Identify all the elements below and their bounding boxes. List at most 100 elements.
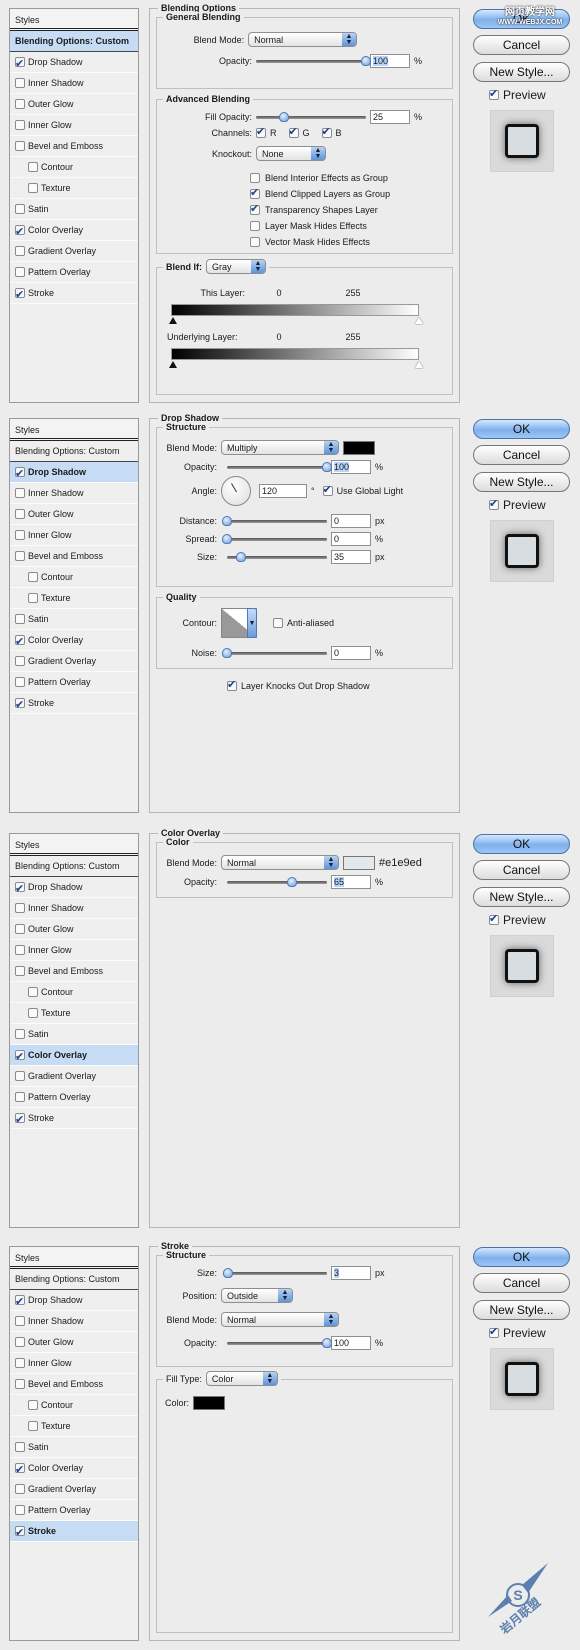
opacity-slider[interactable] (227, 877, 327, 887)
slider-thumb[interactable] (223, 1268, 233, 1278)
contour-picker[interactable]: ▼ (221, 608, 257, 638)
style-item-satin[interactable]: Satin (10, 609, 138, 630)
blend-mode-select[interactable]: Multiply ▲ ▼ (221, 440, 339, 455)
style-checkbox[interactable] (15, 879, 25, 900)
slider-thumb[interactable] (222, 516, 232, 526)
style-checkbox[interactable] (15, 1292, 25, 1313)
slider-thumb[interactable] (278, 112, 289, 122)
style-checkbox[interactable] (15, 903, 25, 913)
blend-mode-select[interactable]: Normal ▲ ▼ (221, 855, 339, 870)
angle-dial[interactable] (221, 476, 251, 506)
channel-b-checkbox[interactable] (321, 125, 332, 138)
new-style-button[interactable]: New Style... (473, 62, 570, 82)
style-checkbox[interactable] (28, 1400, 38, 1410)
style-item-pattern-overlay[interactable]: Pattern Overlay (10, 672, 138, 693)
style-item-inner-shadow[interactable]: Inner Shadow (10, 73, 138, 94)
size-slider[interactable] (227, 552, 327, 562)
advanced-option-checkbox[interactable] (250, 173, 260, 183)
this-layer-black-handle[interactable] (169, 317, 177, 324)
style-checkbox[interactable] (15, 945, 25, 955)
style-item-gradient-overlay[interactable]: Gradient Overlay (10, 241, 138, 262)
opacity-slider[interactable] (227, 462, 332, 472)
style-item-inner-shadow[interactable]: Inner Shadow (10, 1311, 138, 1332)
size-field[interactable]: 35 (331, 550, 371, 564)
style-item-inner-glow[interactable]: Inner Glow (10, 115, 138, 136)
style-item-stroke[interactable]: Stroke (10, 693, 138, 716)
styles-header[interactable]: Styles (10, 1247, 138, 1269)
fill-type-select[interactable]: Color ▲ ▼ (205, 1371, 278, 1386)
advanced-option-checkbox[interactable] (250, 221, 260, 231)
style-item-texture[interactable]: Texture (10, 1003, 138, 1024)
style-item-bevel-and-emboss[interactable]: Bevel and Emboss (10, 1374, 138, 1395)
advanced-option[interactable]: Blend Clipped Layers as Group (250, 186, 390, 202)
opacity-slider[interactable] (256, 56, 371, 66)
size-field[interactable]: 3 (331, 1266, 371, 1280)
style-checkbox[interactable] (28, 183, 38, 193)
underlying-black-handle[interactable] (169, 361, 177, 368)
style-item-blending-options-custom[interactable]: Blending Options: Custom (10, 441, 138, 462)
size-slider[interactable] (223, 1268, 327, 1278)
style-item-texture[interactable]: Texture (10, 588, 138, 609)
styles-header[interactable]: Styles (10, 834, 138, 856)
style-item-gradient-overlay[interactable]: Gradient Overlay (10, 651, 138, 672)
stroke-color-swatch[interactable] (193, 1396, 226, 1410)
style-checkbox[interactable] (15, 54, 25, 75)
style-item-outer-glow[interactable]: Outer Glow (10, 94, 138, 115)
style-item-texture[interactable]: Texture (10, 1416, 138, 1437)
styles-header[interactable]: Styles (10, 419, 138, 441)
style-item-satin[interactable]: Satin (10, 199, 138, 220)
advanced-option[interactable]: Vector Mask Hides Effects (250, 234, 390, 250)
style-checkbox[interactable] (15, 1071, 25, 1081)
style-item-outer-glow[interactable]: Outer Glow (10, 504, 138, 525)
spread-slider[interactable] (222, 534, 327, 544)
style-item-color-overlay[interactable]: Color Overlay (10, 1045, 138, 1068)
ok-button[interactable]: OK (473, 1247, 570, 1267)
distance-field[interactable]: 0 (331, 514, 371, 528)
blend-mode-select[interactable]: Normal ▲ ▼ (221, 1312, 339, 1327)
style-checkbox[interactable] (15, 1110, 25, 1131)
style-checkbox[interactable] (28, 572, 38, 582)
opacity-field[interactable]: 65 (331, 875, 371, 889)
style-checkbox[interactable] (15, 1505, 25, 1515)
style-checkbox[interactable] (15, 222, 25, 243)
style-checkbox[interactable] (15, 204, 25, 214)
style-item-inner-shadow[interactable]: Inner Shadow (10, 483, 138, 504)
preview-toggle[interactable]: Preview (489, 87, 546, 102)
style-checkbox[interactable] (15, 464, 25, 485)
preview-checkbox[interactable] (489, 87, 499, 100)
style-checkbox[interactable] (15, 1523, 25, 1544)
preview-toggle[interactable]: Preview (489, 1325, 546, 1340)
knocks-out-checkbox[interactable] (227, 678, 237, 691)
global-light-checkbox[interactable] (322, 483, 333, 496)
style-checkbox[interactable] (28, 593, 38, 603)
style-item-inner-glow[interactable]: Inner Glow (10, 525, 138, 546)
style-item-blending-options-custom[interactable]: Blending Options: Custom (10, 856, 138, 877)
style-checkbox[interactable] (15, 285, 25, 306)
style-item-pattern-overlay[interactable]: Pattern Overlay (10, 1500, 138, 1521)
advanced-option[interactable]: Transparency Shapes Layer (250, 202, 390, 218)
style-item-pattern-overlay[interactable]: Pattern Overlay (10, 262, 138, 283)
style-item-drop-shadow[interactable]: Drop Shadow (10, 1290, 138, 1313)
cancel-button[interactable]: Cancel (473, 445, 570, 465)
style-item-bevel-and-emboss[interactable]: Bevel and Emboss (10, 961, 138, 982)
position-select[interactable]: Outside ▲ ▼ (221, 1288, 293, 1303)
style-item-stroke[interactable]: Stroke (10, 1521, 138, 1544)
advanced-option-checkbox[interactable] (250, 237, 260, 247)
style-item-outer-glow[interactable]: Outer Glow (10, 919, 138, 940)
style-item-gradient-overlay[interactable]: Gradient Overlay (10, 1479, 138, 1500)
style-item-stroke[interactable]: Stroke (10, 283, 138, 306)
style-checkbox[interactable] (15, 1337, 25, 1347)
style-item-color-overlay[interactable]: Color Overlay (10, 1458, 138, 1481)
style-item-contour[interactable]: Contour (10, 567, 138, 588)
preview-checkbox[interactable] (489, 1325, 499, 1338)
new-style-button[interactable]: New Style... (473, 887, 570, 907)
style-checkbox[interactable] (15, 1442, 25, 1452)
style-checkbox[interactable] (15, 509, 25, 519)
knockout-select[interactable]: None ▲ ▼ (256, 146, 326, 161)
opacity-slider[interactable] (227, 1338, 332, 1348)
style-checkbox[interactable] (15, 1379, 25, 1389)
style-item-satin[interactable]: Satin (10, 1437, 138, 1458)
advanced-option-checkbox[interactable] (250, 186, 260, 199)
style-item-blending-options-custom[interactable]: Blending Options: Custom (10, 31, 138, 52)
styles-header[interactable]: Styles (10, 9, 138, 31)
